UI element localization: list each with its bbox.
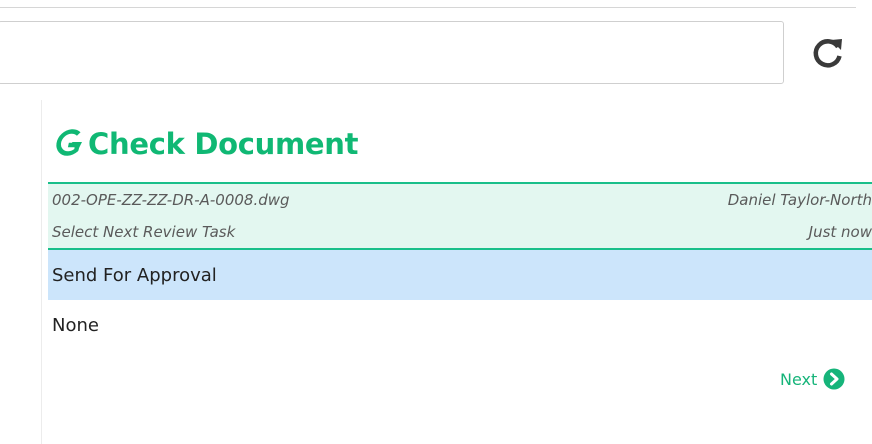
document-filename: 002-OPE-ZZ-ZZ-DR-A-0008.dwg bbox=[52, 191, 290, 209]
top-divider bbox=[0, 7, 856, 8]
refresh-button[interactable] bbox=[806, 31, 850, 75]
next-label: Next bbox=[780, 369, 818, 389]
document-meta: 002-OPE-ZZ-ZZ-DR-A-0008.dwg Daniel Taylo… bbox=[48, 182, 872, 250]
next-button[interactable]: Next bbox=[780, 368, 845, 390]
option-none[interactable]: None bbox=[48, 300, 872, 350]
meta-row-file: 002-OPE-ZZ-ZZ-DR-A-0008.dwg Daniel Taylo… bbox=[48, 184, 872, 216]
panel-left-rule bbox=[41, 100, 42, 444]
chevron-right-circle-icon bbox=[823, 368, 845, 390]
task-name: Select Next Review Task bbox=[52, 223, 236, 241]
option-send-for-approval[interactable]: Send For Approval bbox=[48, 250, 872, 300]
panel-header: Check Document bbox=[48, 118, 872, 170]
g-arrow-logo-icon bbox=[48, 126, 88, 162]
refresh-icon bbox=[813, 39, 842, 68]
page-title: Check Document bbox=[88, 127, 359, 161]
task-time: Just now bbox=[808, 223, 872, 241]
check-document-panel: Check Document 002-OPE-ZZ-ZZ-DR-A-0008.d… bbox=[48, 118, 872, 350]
document-author: Daniel Taylor-North bbox=[727, 191, 872, 209]
search-input[interactable] bbox=[0, 21, 784, 84]
option-label: None bbox=[52, 314, 99, 336]
meta-row-task: Select Next Review Task Just now bbox=[48, 216, 872, 248]
option-label: Send For Approval bbox=[52, 264, 217, 286]
